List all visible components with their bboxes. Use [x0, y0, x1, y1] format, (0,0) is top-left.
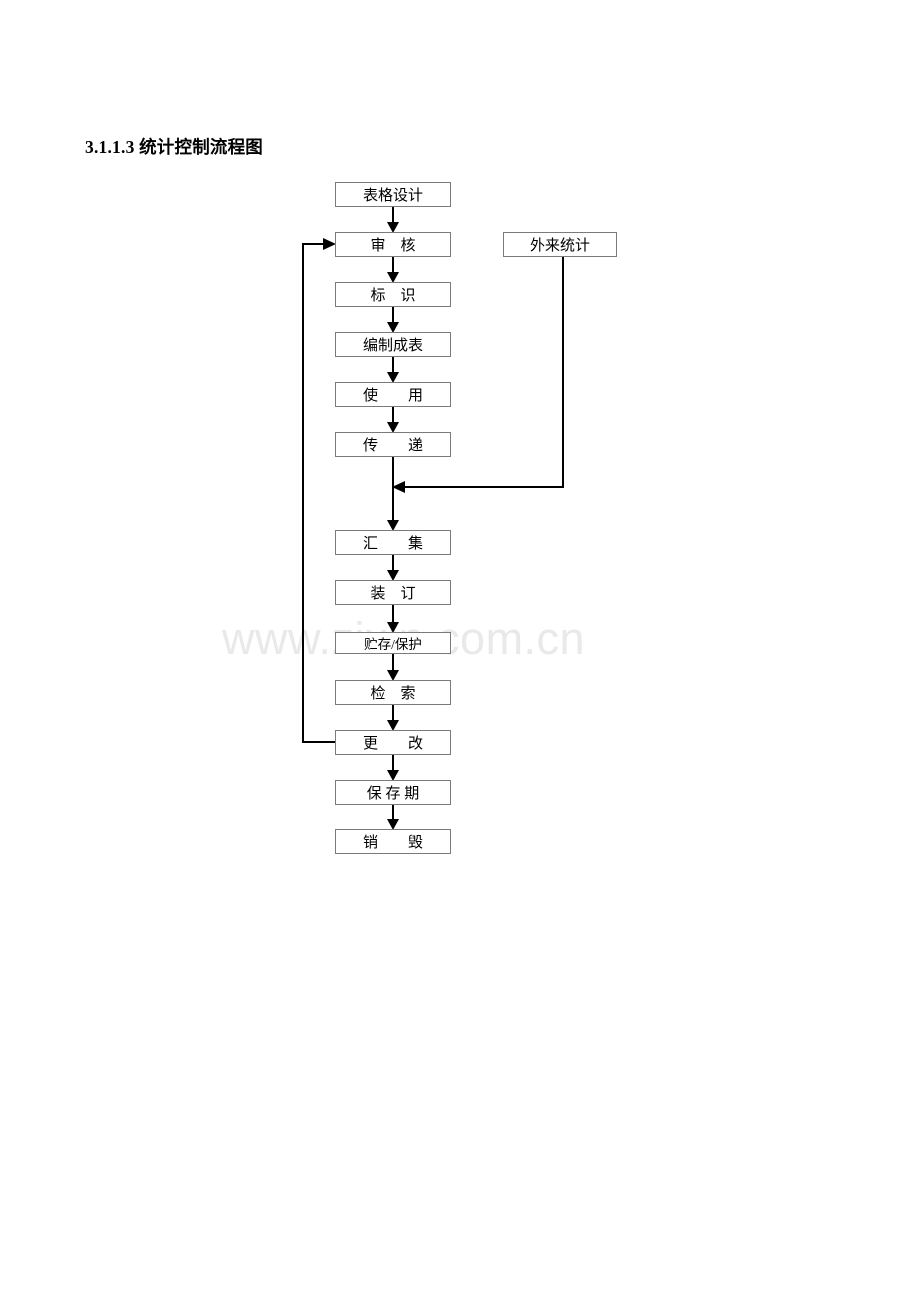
flow-node-genggai[interactable]: 更 改 — [335, 730, 451, 755]
flow-node-bianzhichengbiao[interactable]: 编制成表 — [335, 332, 451, 357]
connector-feedback-loop — [302, 243, 335, 743]
flow-node-biaogesheji[interactable]: 表格设计 — [335, 182, 451, 207]
document-page: 3.1.1.3 统计控制流程图 www.zixin.com.cn — [0, 0, 920, 1302]
flow-node-baocunqi[interactable]: 保 存 期 — [335, 780, 451, 805]
flowchart-connectors — [302, 207, 564, 830]
flow-node-biaoshi[interactable]: 标 识 — [335, 282, 451, 307]
flow-node-chuandi[interactable]: 传 递 — [335, 432, 451, 457]
flow-node-jiansuo[interactable]: 检 索 — [335, 680, 451, 705]
flow-node-shenhe[interactable]: 审 核 — [335, 232, 451, 257]
flow-node-huiji[interactable]: 汇 集 — [335, 530, 451, 555]
flow-node-xiaohui[interactable]: 销 毁 — [335, 829, 451, 854]
flow-node-zhuangding[interactable]: 装 订 — [335, 580, 451, 605]
flow-node-shiyong[interactable]: 使 用 — [335, 382, 451, 407]
flowchart: 表格设计 审 核 标 识 编制成表 使 用 传 递 汇 集 装 订 贮存/保护 … — [0, 0, 920, 1302]
flow-node-zhucunbaohu[interactable]: 贮存/保护 — [335, 632, 451, 654]
flow-node-wailaitongji[interactable]: 外来统计 — [503, 232, 617, 257]
